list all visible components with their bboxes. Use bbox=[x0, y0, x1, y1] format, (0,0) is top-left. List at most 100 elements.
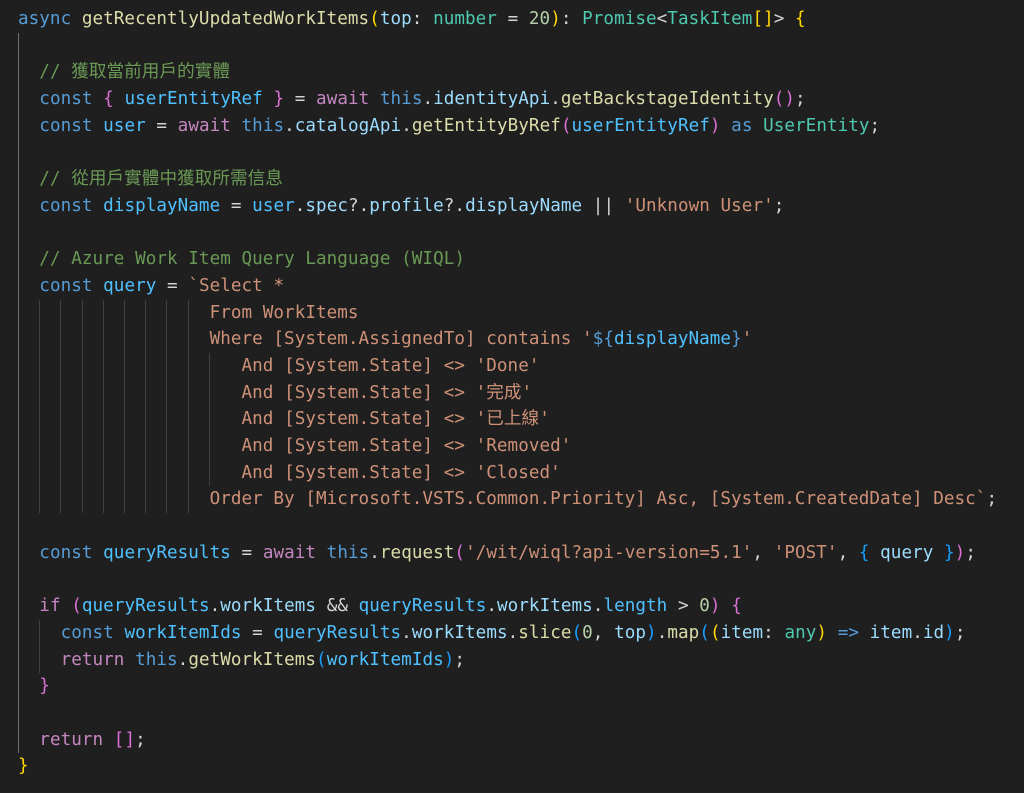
code-token: queryResults bbox=[273, 622, 402, 643]
indent-guide bbox=[18, 192, 19, 220]
code-token: > bbox=[667, 596, 700, 617]
code-line[interactable]: And [System.State] <> 'Done' bbox=[18, 352, 1024, 380]
code-line[interactable]: const { userEntityRef } = await this.ide… bbox=[18, 86, 1024, 113]
indent-guide bbox=[102, 379, 104, 407]
indent-guide bbox=[18, 673, 19, 700]
code-token: // 獲取當前用戶的實體 bbox=[39, 62, 231, 83]
code-token: item bbox=[869, 622, 913, 643]
code-token: userEntityRef bbox=[124, 89, 263, 110]
code-token: : bbox=[763, 622, 785, 643]
code-token: . bbox=[401, 622, 412, 643]
code-line[interactable]: } bbox=[18, 753, 1024, 780]
code-token: ; bbox=[869, 115, 881, 136]
indent-guide bbox=[81, 326, 83, 353]
code-line[interactable]: And [System.State] <> '完成' bbox=[18, 379, 1024, 407]
code-editor[interactable]: async getRecentlyUpdatedWorkItems(top: n… bbox=[0, 0, 1024, 793]
indent-guide bbox=[60, 326, 62, 353]
code-line[interactable] bbox=[18, 219, 1024, 247]
code-token: map bbox=[667, 622, 700, 643]
code-line[interactable]: Order By [Microsoft.VSTS.Common.Priority… bbox=[18, 486, 1024, 514]
code-token: ?. bbox=[347, 195, 370, 216]
code-token: catalogApi bbox=[294, 115, 402, 136]
code-token: this bbox=[135, 649, 178, 670]
code-token: ( bbox=[699, 622, 710, 643]
indent-guide bbox=[18, 726, 19, 754]
code-token: await bbox=[262, 542, 327, 563]
code-token: 'POST' bbox=[773, 542, 838, 563]
code-token: . bbox=[401, 115, 412, 136]
indent-guide bbox=[39, 646, 41, 674]
code-token: && bbox=[316, 596, 359, 617]
indent-guide bbox=[102, 406, 104, 433]
code-token: . bbox=[369, 542, 380, 563]
code-text-area[interactable]: async getRecentlyUpdatedWorkItems(top: n… bbox=[18, 6, 1024, 780]
indent-guide bbox=[18, 433, 19, 460]
code-line[interactable]: // 獲取當前用戶的實體 bbox=[18, 59, 1024, 87]
code-token: const bbox=[39, 115, 104, 136]
code-line[interactable]: async getRecentlyUpdatedWorkItems(top: n… bbox=[18, 6, 1024, 33]
code-line[interactable]: And [System.State] <> 'Removed' bbox=[18, 433, 1024, 460]
indent-guide bbox=[81, 433, 83, 460]
code-token: getBackstageIdentity bbox=[560, 89, 774, 110]
indent-guide bbox=[81, 406, 83, 433]
code-token: > bbox=[773, 9, 796, 29]
code-line[interactable]: From WorkItems bbox=[18, 299, 1024, 327]
indent-guide bbox=[18, 246, 19, 273]
code-token: [] bbox=[752, 9, 774, 29]
indent-guide bbox=[102, 433, 104, 460]
code-token: ) bbox=[954, 542, 966, 563]
indent-guide bbox=[166, 299, 168, 327]
code-token: workItems bbox=[411, 622, 508, 643]
code-line[interactable]: } bbox=[18, 673, 1024, 700]
code-line[interactable]: Where [System.AssignedTo] contains '${di… bbox=[18, 326, 1024, 353]
code-line[interactable]: const query = `Select * bbox=[18, 272, 1024, 300]
indent-guide bbox=[39, 619, 41, 647]
code-line[interactable] bbox=[18, 32, 1024, 60]
code-line[interactable]: And [System.State] <> '已上線' bbox=[18, 406, 1024, 433]
code-line[interactable]: // 從用戶實體中獲取所需信息 bbox=[18, 166, 1024, 193]
code-line[interactable]: const queryResults = await this.request(… bbox=[18, 539, 1024, 567]
code-line[interactable]: if (queryResults.workItems && queryResul… bbox=[18, 593, 1024, 620]
code-line[interactable]: const displayName = user.spec?.profile?.… bbox=[18, 192, 1024, 220]
code-token: { bbox=[731, 596, 742, 617]
indent-guide bbox=[208, 352, 210, 380]
code-line[interactable]: return []; bbox=[18, 726, 1024, 754]
code-token: query bbox=[103, 275, 157, 296]
indent-guide bbox=[18, 59, 19, 87]
code-line[interactable] bbox=[18, 699, 1024, 727]
code-token: . bbox=[209, 596, 221, 617]
code-token: async bbox=[18, 9, 82, 29]
indent-guide bbox=[187, 326, 189, 353]
code-line[interactable] bbox=[18, 513, 1024, 540]
indent-guide bbox=[18, 139, 19, 167]
indent-guide bbox=[187, 459, 189, 487]
indent-guide bbox=[102, 352, 104, 380]
indent-guide bbox=[124, 379, 125, 407]
code-token: ( bbox=[369, 9, 380, 29]
code-line[interactable]: // Azure Work Item Query Language (WIQL) bbox=[18, 246, 1024, 273]
code-line[interactable]: const workItemIds = queryResults.workIte… bbox=[18, 619, 1024, 647]
indent-guide bbox=[166, 433, 168, 460]
code-line[interactable]: return this.getWorkItems(workItemIds); bbox=[18, 646, 1024, 674]
code-line[interactable] bbox=[18, 139, 1024, 167]
code-token: ; bbox=[135, 729, 146, 750]
code-line[interactable]: And [System.State] <> 'Closed' bbox=[18, 459, 1024, 487]
indent-guide bbox=[124, 299, 125, 327]
code-token: item bbox=[720, 622, 764, 643]
code-token: const bbox=[39, 89, 104, 110]
indent-guide bbox=[102, 326, 104, 353]
code-token: displayName bbox=[103, 195, 221, 216]
code-token: ( bbox=[560, 115, 572, 136]
code-token: . bbox=[550, 89, 561, 110]
code-token: ; bbox=[454, 649, 466, 670]
indent-guide bbox=[145, 433, 147, 460]
code-line[interactable]: const user = await this.catalogApi.getEn… bbox=[18, 112, 1024, 140]
indent-guide bbox=[208, 433, 210, 460]
code-token: user bbox=[252, 195, 295, 216]
code-line[interactable] bbox=[18, 566, 1024, 594]
indent-guide bbox=[18, 699, 19, 727]
code-token: . bbox=[656, 622, 668, 643]
indent-guide bbox=[145, 486, 147, 514]
